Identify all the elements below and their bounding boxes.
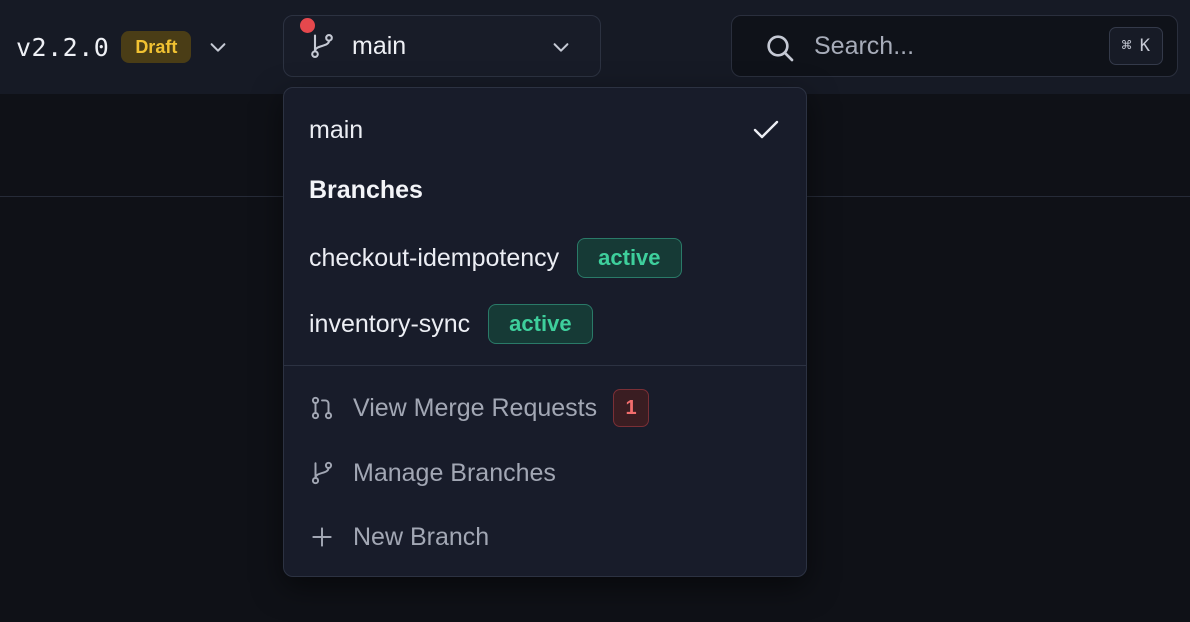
action-label: New Branch — [353, 522, 490, 551]
branch-icon — [311, 461, 333, 485]
status-badge: Draft — [121, 31, 192, 63]
branch-name: inventory-sync — [309, 309, 471, 338]
branches-heading: Branches — [309, 176, 423, 204]
active-badge: active — [488, 304, 593, 344]
action-label: Manage Branches — [353, 458, 556, 487]
keyboard-shortcut-badge: ⌘ K — [1108, 27, 1163, 65]
chevron-down-icon[interactable] — [207, 36, 229, 58]
branch-selector-button[interactable]: main — [283, 15, 601, 77]
version-selector[interactable]: v2.2.0 Draft — [16, 30, 229, 64]
search-input[interactable]: Search... ⌘ K — [731, 15, 1178, 77]
check-icon — [753, 120, 779, 139]
command-key-icon: ⌘ — [1121, 36, 1132, 56]
branch-name: checkout-idempotency — [309, 243, 560, 272]
action-label: View Merge Requests — [353, 393, 598, 422]
current-branch-name: main — [309, 115, 364, 144]
menu-item-branch[interactable]: checkout-idempotency active — [284, 236, 806, 280]
search-icon — [767, 35, 794, 62]
chevron-down-icon — [553, 43, 569, 52]
active-badge: active — [577, 238, 682, 278]
plus-icon — [312, 527, 332, 547]
menu-item-view-merge-requests[interactable]: View Merge Requests 1 — [284, 385, 806, 431]
merge-request-icon — [311, 396, 333, 420]
shortcut-key: K — [1139, 36, 1150, 56]
menu-item-manage-branches[interactable]: Manage Branches — [284, 450, 806, 496]
menu-item-new-branch[interactable]: New Branch — [284, 514, 806, 560]
search-placeholder: Search... — [814, 32, 915, 60]
menu-divider — [284, 365, 806, 366]
notification-dot — [300, 18, 315, 33]
menu-item-branch[interactable]: inventory-sync active — [284, 302, 806, 346]
current-branch-label: main — [352, 32, 407, 60]
menu-item-current-branch[interactable]: main — [284, 108, 806, 152]
version-label: v2.2.0 — [16, 32, 110, 62]
merge-request-count-badge: 1 — [613, 389, 650, 427]
branch-dropdown-menu: main Branches checkout-idempotency activ… — [283, 87, 807, 577]
git-branch-icon — [311, 33, 333, 59]
